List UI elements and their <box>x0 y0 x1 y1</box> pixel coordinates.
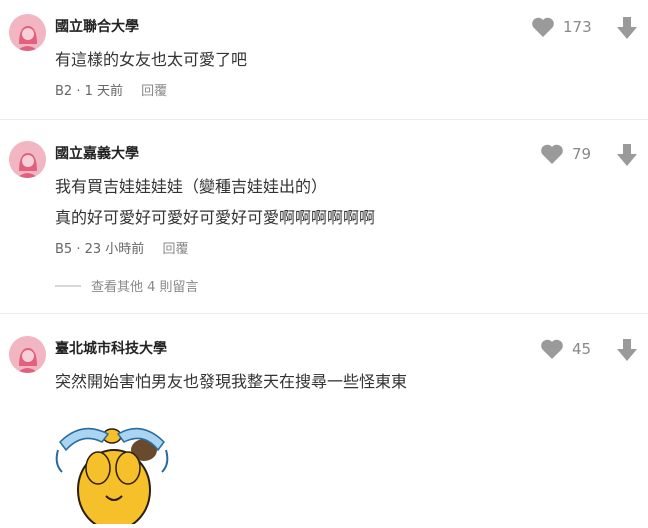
dislike-button[interactable] <box>617 338 637 366</box>
comment-text: 突然開始害怕男友也發現我整天在搜尋一些怪東東 <box>55 372 408 391</box>
heart-icon <box>541 144 563 164</box>
avatar[interactable] <box>9 14 46 51</box>
comment-time: 1 天前 <box>84 84 124 99</box>
comment-text: 我有買吉娃娃娃娃（變種吉娃娃出的） <box>55 177 328 196</box>
comment-author[interactable]: 臺北城市科技大學 <box>55 338 167 358</box>
crying-bear-sticker <box>52 420 172 528</box>
like-count: 173 <box>563 18 592 36</box>
divider <box>0 313 648 314</box>
arrow-down-icon <box>617 339 637 361</box>
avatar[interactable] <box>9 141 46 178</box>
view-more-replies[interactable]: 查看其他 4 則留言 <box>55 276 199 295</box>
comment-text: 有這樣的女友也太可愛了吧 <box>55 50 248 69</box>
reply-button[interactable]: 回覆 <box>162 242 188 257</box>
female-avatar-icon <box>9 336 46 373</box>
comment-text: 真的好可愛好可愛好可愛好可愛啊啊啊啊啊啊 <box>55 208 376 227</box>
avatar[interactable] <box>9 336 46 373</box>
dislike-button[interactable] <box>617 16 637 44</box>
meta-separator: · <box>76 84 81 99</box>
heart-icon <box>532 17 554 37</box>
heart-icon <box>541 339 563 359</box>
meta-separator: · <box>76 242 81 257</box>
female-avatar-icon <box>9 141 46 178</box>
comment-meta: B2 · 1 天前 回覆 <box>55 80 167 99</box>
like-button[interactable]: 45 <box>540 338 591 360</box>
divider <box>0 119 648 120</box>
arrow-down-icon <box>617 144 637 166</box>
arrow-down-icon <box>617 17 637 39</box>
floor-number: B5 <box>55 242 73 257</box>
comment-meta: B5 · 23 小時前 回覆 <box>55 238 188 257</box>
dislike-button[interactable] <box>617 143 637 171</box>
comment-author[interactable]: 國立嘉義大學 <box>55 143 139 163</box>
expand-line <box>55 284 81 287</box>
reply-button[interactable]: 回覆 <box>141 84 167 99</box>
comment-author[interactable]: 國立聯合大學 <box>55 16 139 36</box>
comment-time: 23 小時前 <box>84 242 145 257</box>
floor-number: B2 <box>55 84 73 99</box>
like-button[interactable]: 79 <box>540 143 591 165</box>
like-count: 45 <box>572 340 592 358</box>
like-button[interactable]: 173 <box>531 16 592 38</box>
view-more-replies-label: 查看其他 4 則留言 <box>91 280 199 295</box>
like-count: 79 <box>572 145 592 163</box>
female-avatar-icon <box>9 14 46 51</box>
